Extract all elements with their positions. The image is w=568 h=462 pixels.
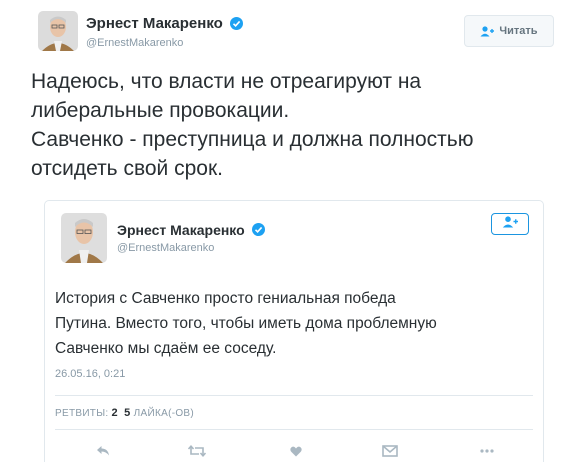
- like-icon[interactable]: [285, 443, 307, 459]
- timestamp[interactable]: 26.05.16, 0:21: [55, 368, 125, 380]
- tweet-text: Надеюсь, что власти не отреагируют на ли…: [31, 67, 556, 183]
- outer-tweet-header: Эрнест Макаренко @ErnestMakarenko Читать: [38, 6, 554, 54]
- quoted-tweet-text: История с Савченко просто гениальная поб…: [55, 286, 535, 361]
- quoted-author-handle[interactable]: @ErnestMakarenko: [117, 242, 265, 254]
- follow-icon: [502, 215, 518, 233]
- tweet-text-line: либеральные провокации.: [31, 99, 290, 122]
- quoted-author-name[interactable]: Эрнест Макаренко: [117, 222, 245, 238]
- follow-button[interactable]: Читать: [464, 15, 554, 47]
- author-block: Эрнест Макаренко @ErnestMakarenko: [86, 15, 244, 49]
- tweet-text-line: отсидеть свой срок.: [31, 157, 224, 180]
- divider: [55, 395, 533, 396]
- avatar[interactable]: [38, 11, 78, 51]
- follow-label: Читать: [499, 25, 538, 37]
- dm-icon[interactable]: [379, 443, 401, 459]
- author-handle[interactable]: @ErnestMakarenko: [86, 37, 243, 49]
- tweet-stats: РЕТВИТЫ: 2 5 ЛАЙКА(-ОВ): [55, 407, 194, 419]
- retweets-count[interactable]: 2: [112, 407, 118, 419]
- tweet-text-line: Савченко - преступница и должна полность…: [31, 128, 474, 151]
- divider: [55, 429, 533, 430]
- quoted-text-line: История с Савченко просто гениальная поб…: [55, 290, 396, 307]
- retweets-label: РЕТВИТЫ:: [55, 408, 109, 419]
- reply-icon[interactable]: [92, 443, 114, 459]
- quoted-author-block: Эрнест Макаренко @ErnestMakarenko: [117, 221, 266, 254]
- tweet-actions: [45, 439, 543, 462]
- more-icon[interactable]: [476, 443, 498, 459]
- verified-icon: [252, 223, 266, 237]
- likes-label: ЛАЙКА(-ОВ): [133, 408, 195, 419]
- quoted-follow-button[interactable]: [491, 213, 529, 235]
- likes-count[interactable]: 5: [124, 407, 130, 419]
- quoted-tweet-card[interactable]: Эрнест Макаренко @ErnestMakarenko Истори…: [44, 200, 544, 462]
- author-name[interactable]: Эрнест Макаренко: [86, 15, 223, 32]
- quoted-text-line: Путина. Вместо того, чтобы иметь дома пр…: [55, 315, 437, 332]
- verified-icon: [230, 17, 244, 31]
- quoted-avatar[interactable]: [61, 213, 107, 263]
- quoted-text-line: Савченко мы сдаём ее соседу.: [55, 340, 277, 357]
- retweet-icon[interactable]: [186, 443, 208, 459]
- tweet-text-line: Надеюсь, что власти не отреагируют на: [31, 70, 422, 93]
- follow-icon: [480, 25, 495, 37]
